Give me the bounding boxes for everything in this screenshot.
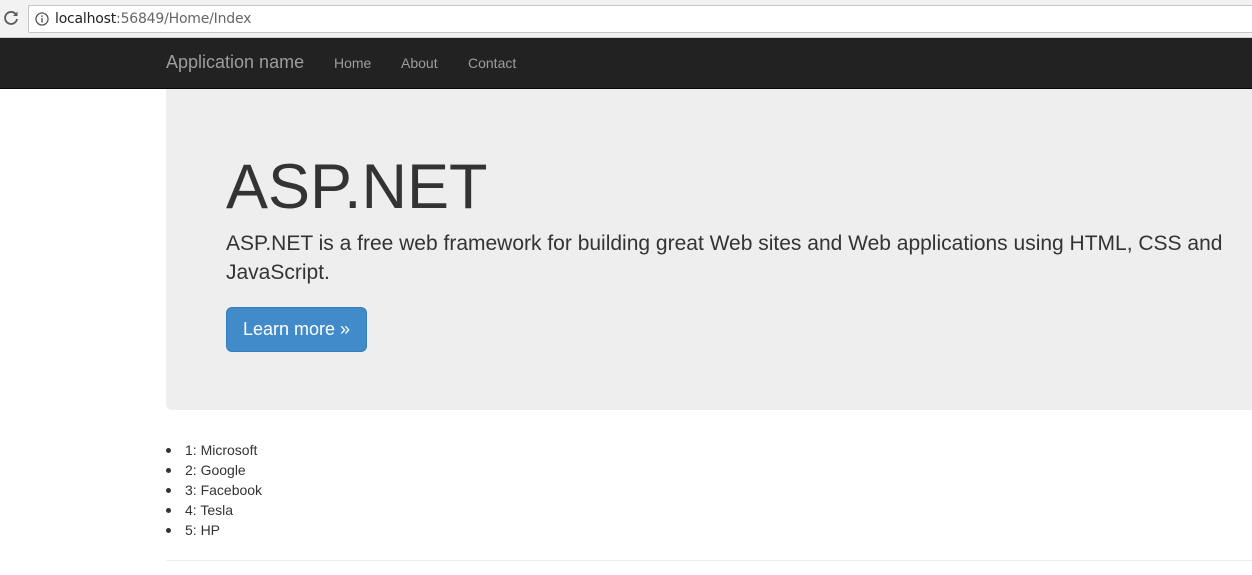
bullet-icon <box>166 448 171 453</box>
nav-link-contact[interactable]: Contact <box>468 55 516 71</box>
list-item: 3: Facebook <box>166 480 262 500</box>
company-list: 1: Microsoft 2: Google 3: Facebook 4: Te… <box>166 440 262 540</box>
url-path: :56849/Home/Index <box>116 11 252 27</box>
navbar: Application name Home About Contact <box>0 38 1252 89</box>
list-item-label: 1: Microsoft <box>185 442 258 458</box>
browser-toolbar: localhost:56849/Home/Index <box>0 0 1252 38</box>
bullet-icon <box>166 488 171 493</box>
navbar-brand[interactable]: Application name <box>166 52 304 72</box>
url-host: localhost <box>55 11 117 27</box>
address-bar[interactable]: localhost:56849/Home/Index <box>28 5 1252 33</box>
learn-more-button[interactable]: Learn more » <box>226 307 367 352</box>
divider <box>166 560 1252 561</box>
list-item: 5: HP <box>166 520 262 540</box>
jumbotron: ASP.NET ASP.NET is a free web framework … <box>166 89 1252 410</box>
list-item: 4: Tesla <box>166 500 262 520</box>
reload-icon[interactable] <box>2 9 20 27</box>
jumbotron-title: ASP.NET <box>226 152 488 222</box>
list-item: 1: Microsoft <box>166 440 262 460</box>
bullet-icon <box>166 468 171 473</box>
nav-link-about[interactable]: About <box>401 55 438 71</box>
list-item-label: 5: HP <box>185 522 221 538</box>
url-text: localhost:56849/Home/Index <box>55 11 251 27</box>
bullet-icon <box>166 528 171 533</box>
list-item-label: 2: Google <box>185 462 246 478</box>
info-icon[interactable] <box>35 12 49 26</box>
nav-link-home[interactable]: Home <box>334 55 371 71</box>
list-item-label: 3: Facebook <box>185 482 263 498</box>
list-item-label: 4: Tesla <box>185 502 233 518</box>
jumbotron-lead: ASP.NET is a free web framework for buil… <box>226 232 1223 284</box>
list-item: 2: Google <box>166 460 262 480</box>
bullet-icon <box>166 508 171 513</box>
